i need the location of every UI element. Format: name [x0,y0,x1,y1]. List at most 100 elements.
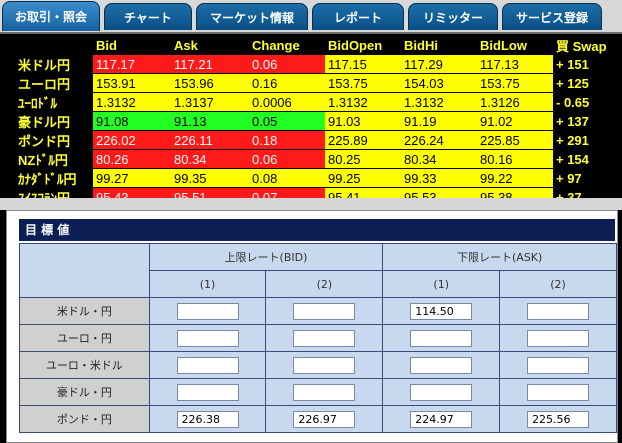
quote-bidhi: 1.3132 [401,93,477,112]
quote-bidopen: 80.25 [325,150,401,169]
upper-rate-1-input[interactable] [176,329,239,347]
lower-rate-2-input[interactable] [527,356,590,374]
lower-rate-header: 下限レート(ASK) [382,243,617,271]
quote-row: ユーロ円 153.91 153.96 0.16 153.75 154.03 153.75 + … [18,74,619,93]
quote-bidopen: 225.89 [325,131,401,150]
upper-rate-2-input[interactable] [293,383,356,401]
lower-rate-1-input[interactable] [410,383,473,401]
lower-rate-1-input[interactable] [410,329,473,347]
lower-rate-1-input[interactable] [410,302,473,320]
separator [0,198,622,210]
tab-chart[interactable]: チャート [104,3,192,30]
quote-row: 米ドル円 117.17 117.21 0.06 117.15 117.29 117.13 + … [18,55,619,74]
quote-bidhi: 226.24 [401,131,477,150]
quote-bid[interactable]: 91.08 [93,112,171,131]
target-cell [382,405,501,433]
quote-bid[interactable]: 99.27 [93,169,171,188]
lower-rate-2-input[interactable] [527,302,590,320]
quote-ask[interactable]: 117.21 [171,55,249,74]
tab-market-info[interactable]: マーケット情報 [196,3,308,30]
target-row: 豪ドル・円 [19,378,617,406]
quote-row: ﾕｰﾛﾄﾞﾙ 1.3132 1.3137 0.0006 1.3132 1.3132 1.31… [18,93,619,112]
upper-rate-2-input[interactable] [293,329,356,347]
quote-change: 0.18 [249,131,325,150]
target-cell [148,351,267,379]
quote-change: 0.16 [249,74,325,93]
quote-swap: + 154 [556,152,589,167]
target-cell [148,324,267,352]
col-bidhi: BidHi [404,38,438,53]
target-cell [148,405,267,433]
tab-bar: お取引・照会 チャート マーケット情報 レポート リミッター サービス登録 [0,0,622,32]
target-pair-label: 米ドル・円 [19,297,150,325]
quote-swap: + 137 [556,114,589,129]
lower-rate-2-input[interactable] [527,383,590,401]
target-pair-label: ポンド・円 [19,405,150,433]
col-change: Change [252,38,300,53]
quote-bid[interactable]: 80.26 [93,150,171,169]
target-cell [265,378,384,406]
panel-title: 目 標 値 [19,219,615,241]
quote-ask[interactable]: 80.34 [171,150,249,169]
upper-rate-1-input[interactable] [176,356,239,374]
quote-bid[interactable]: 153.91 [93,74,171,93]
quote-bid[interactable]: 117.17 [93,55,171,74]
target-pair-label: ユーロ・円 [19,324,150,352]
quote-pair-name: ポンド円 [18,134,71,149]
quote-bid[interactable]: 226.02 [93,131,171,150]
quote-row: ポンド円 226.02 226.11 0.18 225.89 226.24 225.85 + … [18,131,619,150]
lower-rate-2-input[interactable] [527,410,590,428]
tab-report[interactable]: レポート [312,3,404,30]
upper-rate-1-input[interactable] [176,410,239,428]
quote-row: 豪ドル円 91.08 91.13 0.05 91.03 91.19 91.02 + 137 [18,112,619,131]
tab-limiter[interactable]: リミッター [408,3,498,30]
quote-change: 0.08 [249,169,325,188]
quote-ask[interactable]: 91.13 [171,112,249,131]
quote-bidopen: 1.3132 [325,93,401,112]
lower-rate-1-input[interactable] [410,410,473,428]
quote-bidhi: 99.33 [401,169,477,188]
lower-rate-1-input[interactable] [410,356,473,374]
pair-header-cell [19,243,150,298]
quote-change: 0.06 [249,150,325,169]
quote-pair-name: NZﾄﾞﾙ円 [18,153,68,168]
quote-bid[interactable]: 1.3132 [93,93,171,112]
quote-ask[interactable]: 226.11 [171,131,249,150]
target-cell [148,297,267,325]
tab-trading[interactable]: お取引・照会 [2,1,100,31]
target-cell [499,351,617,379]
target-row: ユーロ・米ドル [19,351,617,379]
quote-bidopen: 99.25 [325,169,401,188]
target-cell [499,405,617,433]
tab-service-registration[interactable]: サービス登録 [502,3,602,30]
target-rate-panel: 目 標 値 上限レート(BID) 下限レート(ASK) (1) (2) (1) … [6,210,618,443]
quote-bidopen: 153.75 [325,74,401,93]
quote-ask[interactable]: 99.35 [171,169,249,188]
target-cell [265,297,384,325]
lower-rate-2-input[interactable] [527,329,590,347]
quote-ask[interactable]: 153.96 [171,74,249,93]
lower-col-1: (1) [382,270,501,298]
upper-rate-1-input[interactable] [176,383,239,401]
quote-ask[interactable]: 1.3137 [171,93,249,112]
upper-rate-1-input[interactable] [176,302,239,320]
quote-bidlow: 153.75 [477,74,553,93]
quote-pair-name: 米ドル円 [18,58,71,73]
col-ask: Ask [174,38,198,53]
upper-col-1: (1) [148,270,267,298]
quote-pair-name: ﾕｰﾛﾄﾞﾙ [18,96,57,111]
col-bid: Bid [96,38,117,53]
quote-bidlow: 91.02 [477,112,553,131]
col-bidlow: BidLow [480,38,527,53]
quote-swap: - 0.65 [556,95,590,110]
quote-row: ｶﾅﾀﾞﾄﾞﾙ円 99.27 99.35 0.08 99.25 99.33 99.22 + 9… [18,169,619,188]
quote-bidopen: 91.03 [325,112,401,131]
upper-rate-2-input[interactable] [293,410,356,428]
upper-rate-2-input[interactable] [293,302,356,320]
target-cell [382,378,501,406]
quote-bidhi: 154.03 [401,74,477,93]
quote-bidlow: 99.22 [477,169,553,188]
upper-rate-2-input[interactable] [293,356,356,374]
quote-bidhi: 80.34 [401,150,477,169]
quote-bidlow: 117.13 [477,55,553,74]
